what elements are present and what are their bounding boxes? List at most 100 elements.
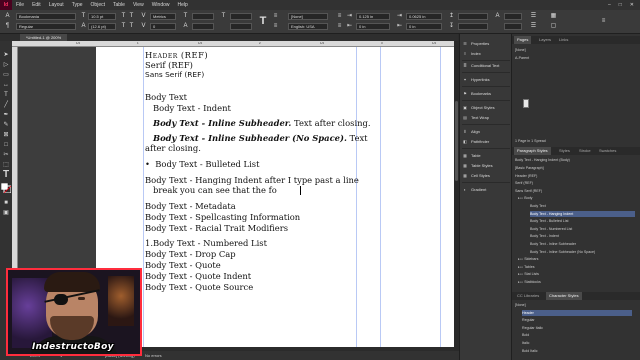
scissors-tool-icon[interactable]: ✂ — [1, 151, 11, 159]
first-line-indent-field[interactable]: 0.0625 in — [406, 13, 442, 20]
character-style-item[interactable]: Bold Italic — [522, 348, 632, 354]
text-quote[interactable]: Body Text - Quote — [145, 260, 221, 270]
text-quote-source[interactable]: Body Text - Quote Source — [145, 282, 253, 292]
menu-view[interactable]: View — [129, 2, 148, 8]
type-tool-icon[interactable]: T — [1, 91, 11, 99]
tab-layers[interactable]: Layers — [536, 36, 554, 44]
scroll-thumb[interactable] — [455, 101, 458, 181]
style-group[interactable]: ▸▭ Body — [518, 195, 636, 201]
text-inline-subheader[interactable]: Body Text - Inline Subheader. Text after… — [153, 118, 371, 128]
align-left-icon[interactable]: ≡ — [272, 13, 279, 20]
tab-cc-libraries[interactable]: CC Libraries — [514, 292, 542, 300]
menu-help[interactable]: Help — [174, 2, 192, 8]
menu-layout[interactable]: Layout — [45, 2, 68, 8]
menu-edit[interactable]: Edit — [28, 2, 45, 8]
tab-paragraph-styles[interactable]: Paragraph Styles — [514, 147, 551, 155]
gap-tool-icon[interactable]: ↔ — [1, 81, 11, 89]
pencil-tool-icon[interactable]: ✎ — [1, 121, 11, 129]
language-select[interactable]: English: USA — [288, 23, 328, 30]
panel-conditional-text[interactable]: ≣ Conditional Text — [462, 62, 510, 70]
character-style-item[interactable]: Regular — [522, 317, 632, 323]
paragraph-mode-icon[interactable]: ¶ — [4, 23, 11, 30]
text-header[interactable]: Header (REF) — [145, 50, 208, 60]
character-style-item[interactable]: Italic — [522, 340, 632, 346]
panel-align[interactable]: ⫴ Align — [462, 128, 510, 136]
panel-cell-styles[interactable]: ▦ Cell Styles — [462, 172, 510, 180]
panel-bookmarks[interactable]: ⚑ Bookmarks — [462, 90, 510, 98]
kerning-field[interactable]: Metrics — [150, 13, 176, 20]
font-family-select[interactable]: Bookmania — [16, 13, 76, 20]
text-inline-subheader-nospace[interactable]: Body Text - Inline Subheader (No Space).… — [153, 133, 368, 143]
selection-tool-icon[interactable]: ➤ — [1, 51, 11, 59]
paragraph-style-item[interactable]: [Basic Paragraph] — [515, 165, 633, 171]
close-icon[interactable]: ✕ — [630, 2, 634, 8]
panel-text-wrap[interactable]: ▤ Text Wrap — [462, 114, 510, 122]
tab-styles[interactable]: Styles — [556, 147, 573, 155]
maximize-icon[interactable]: □ — [619, 2, 622, 8]
drop-cap-lines-field[interactable] — [504, 13, 522, 20]
free-transform-tool-icon[interactable]: ⬚ — [1, 161, 11, 169]
panel-table-styles[interactable]: ▦ Table Styles — [462, 162, 510, 170]
direct-selection-tool-icon[interactable]: ▷ — [1, 61, 11, 69]
space-before-field[interactable] — [458, 13, 488, 20]
paragraph-style-item[interactable]: Body Text — [530, 203, 635, 209]
page-tool-icon[interactable]: ▭ — [1, 71, 11, 79]
paragraph-style-item[interactable]: Body Text - Inline Subheader — [530, 241, 635, 247]
right-indent-field[interactable]: 0 in — [356, 23, 390, 30]
panel-object-styles[interactable]: ▣ Object Styles — [462, 104, 510, 112]
pen-tool-icon[interactable]: ✒ — [1, 111, 11, 119]
style-group[interactable]: ▸▭ Sidebars — [518, 256, 636, 262]
style-group[interactable]: ▸▭ Statblocks — [518, 279, 636, 285]
formatting-text-icon[interactable]: T — [1, 170, 11, 180]
text-bulleted[interactable]: • Body Text - Bulleted List — [145, 159, 259, 169]
text-numbered[interactable]: 1.Body Text - Numbered List — [145, 238, 267, 248]
character-mode-icon[interactable]: A — [4, 13, 11, 20]
bullets-icon[interactable]: ☰ — [530, 13, 537, 20]
fill-stroke-swatch-icon[interactable] — [0, 182, 12, 194]
menu-window[interactable]: Window — [148, 2, 174, 8]
panel-table[interactable]: ▦ Table — [462, 152, 510, 160]
character-style-item[interactable]: Regular Italic — [522, 325, 632, 331]
text-inline-subheader-nospace-cont[interactable]: after closing. — [145, 143, 201, 153]
text-body[interactable]: Body Text — [145, 92, 187, 102]
drop-cap-chars-field[interactable] — [504, 23, 522, 30]
leading-field[interactable]: (12.6 pt) — [88, 23, 116, 30]
text-indent[interactable]: Body Text - Indent — [153, 103, 231, 113]
paragraph-style-item[interactable]: Header (REF) — [515, 173, 633, 179]
panel-properties[interactable]: ☰ Properties — [462, 40, 510, 48]
panel-hyperlinks[interactable]: ⚭ Hyperlinks — [462, 76, 510, 84]
numbering-icon[interactable]: ☰ — [530, 23, 537, 30]
paragraph-style-item[interactable]: Serif (REF) — [515, 180, 633, 186]
character-style-item[interactable]: [None] — [515, 302, 625, 308]
paragraph-style-item[interactable]: Body Text - Hanging Indent — [530, 210, 635, 217]
menu-table[interactable]: Table — [109, 2, 129, 8]
paragraph-style-item[interactable]: Body Text - Inline Subheader (No Space) — [530, 249, 635, 255]
align-justify-icon[interactable]: ≡ — [336, 13, 343, 20]
text-spellcasting[interactable]: Body Text - Spellcasting Information — [145, 212, 300, 222]
text-sans[interactable]: Sans Serif (REF) — [145, 70, 204, 80]
text-metadata[interactable]: Body Text - Metadata — [145, 201, 236, 211]
menu-file[interactable]: File — [12, 2, 28, 8]
pages-master-a[interactable]: A-Parent — [515, 55, 529, 61]
paragraph-style-item[interactable]: Body Text - Numbered List — [530, 226, 635, 232]
text-hanging-1[interactable]: Body Text - Hanging Indent after I type … — [145, 175, 359, 185]
vertical-scale-field[interactable] — [192, 13, 214, 20]
panel-index[interactable]: ≡ Index — [462, 50, 510, 58]
text-racial[interactable]: Body Text - Racial Trait Modifiers — [145, 223, 288, 233]
text-fill-icon[interactable]: T — [258, 15, 268, 27]
tracking-field[interactable]: 0 — [150, 23, 176, 30]
baseline-shift-field[interactable] — [192, 23, 214, 30]
text-serif[interactable]: Serif (REF) — [145, 60, 193, 70]
pages-none-master[interactable]: [None] — [515, 47, 526, 53]
style-group[interactable]: ▸▭ Stat Lists — [518, 271, 636, 277]
panel-gradient[interactable]: ◐ Gradient — [462, 186, 510, 194]
skew-field[interactable] — [230, 23, 252, 30]
tab-pages[interactable]: Pages — [514, 36, 532, 44]
shading-icon[interactable]: ▦ — [550, 13, 557, 20]
last-line-indent-field[interactable]: 0 in — [406, 23, 442, 30]
align-right-icon[interactable]: ≡ — [336, 23, 343, 30]
space-after-field[interactable] — [458, 23, 488, 30]
page-thumbnail[interactable] — [523, 99, 529, 108]
view-mode-icon[interactable]: ▣ — [1, 209, 11, 217]
strikethrough-type-icon[interactable]: T — [128, 23, 135, 30]
